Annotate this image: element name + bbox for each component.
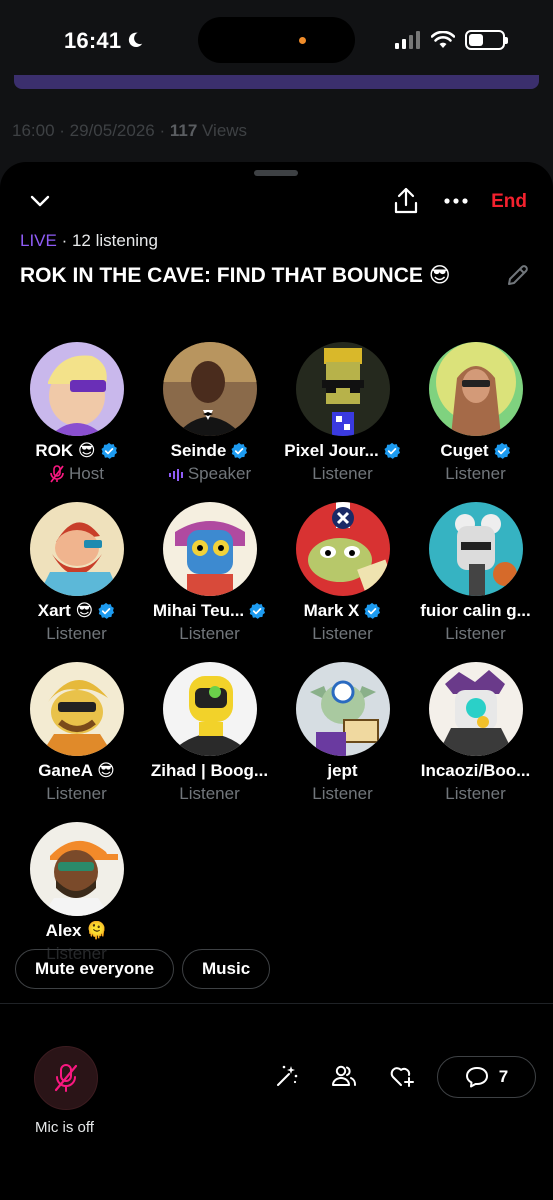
verified-icon xyxy=(364,602,381,619)
divider xyxy=(0,1003,553,1004)
listening-count: · 12 listening xyxy=(56,231,158,250)
heart-plus-icon[interactable] xyxy=(389,1064,415,1088)
people-icon[interactable] xyxy=(331,1064,357,1088)
participant-name: Alex 🫠 xyxy=(45,921,108,940)
avatar[interactable] xyxy=(295,342,390,436)
comments-count: 7 xyxy=(498,1067,509,1086)
participant-card[interactable]: Zihad | Boog... Listener xyxy=(143,662,276,817)
verified-icon xyxy=(494,442,510,459)
participant-card[interactable]: Pixel Jour... Listener xyxy=(276,342,409,497)
participant-name: ROK 😎 xyxy=(35,441,117,461)
participant-name: Incaozi/Boo... xyxy=(420,761,531,780)
sheet-grabber[interactable] xyxy=(254,170,298,176)
participant-name: Pixel Jour... xyxy=(284,441,401,461)
avatar[interactable] xyxy=(162,662,257,756)
participant-card[interactable]: Incaozi/Boo... Listener xyxy=(409,662,542,817)
participant-role: Host xyxy=(49,464,104,484)
comments-button[interactable]: 7 xyxy=(437,1056,536,1098)
live-status: LIVE · 12 listening xyxy=(20,231,158,251)
participant-name: Seinde xyxy=(171,441,249,461)
participant-name: Cuget xyxy=(440,441,510,461)
avatar[interactable] xyxy=(428,662,523,756)
verified-icon xyxy=(101,442,117,459)
avatar[interactable] xyxy=(428,342,523,436)
dynamic-island xyxy=(198,17,355,63)
battery-icon xyxy=(465,30,508,50)
verified-icon xyxy=(249,602,266,619)
mic-off-icon xyxy=(50,465,64,483)
status-bar: 16:41 xyxy=(0,0,553,72)
avatar[interactable] xyxy=(162,342,257,436)
participant-name: Mihai Teu... xyxy=(153,601,266,621)
participant-name: Xart 😎 xyxy=(38,601,116,621)
participant-card[interactable]: jept Listener xyxy=(276,662,409,817)
participant-name: fuior calin g... xyxy=(420,601,531,620)
sparkle-wand-icon[interactable] xyxy=(275,1064,299,1088)
space-title: ROK IN THE CAVE: FIND THAT BOUNCE 😎 xyxy=(20,264,451,287)
wifi-icon xyxy=(431,31,455,48)
mic-off-icon xyxy=(54,1064,78,1092)
participant-role: Listener xyxy=(445,784,506,803)
avatar[interactable] xyxy=(428,502,523,596)
end-space-button[interactable]: End xyxy=(491,191,527,213)
avatar[interactable] xyxy=(295,662,390,756)
participant-role: Listener xyxy=(445,624,506,643)
participant-card[interactable]: GaneA 😎 Listener xyxy=(10,662,143,817)
participant-card[interactable]: Xart 😎 Listener xyxy=(10,502,143,657)
participant-role: Listener xyxy=(445,464,506,483)
participant-card[interactable]: Mark X Listener xyxy=(276,502,409,657)
participant-name: GaneA 😎 xyxy=(38,761,115,780)
do-not-disturb-icon xyxy=(128,32,143,48)
participant-card[interactable]: Mihai Teu... Listener xyxy=(143,502,276,657)
participant-card[interactable]: ROK 😎 Host xyxy=(10,342,143,497)
share-icon[interactable] xyxy=(393,187,419,215)
participant-role: Listener xyxy=(312,784,373,803)
verified-icon xyxy=(231,442,248,459)
comment-icon xyxy=(465,1067,488,1088)
avatar[interactable] xyxy=(29,822,124,916)
live-badge: LIVE xyxy=(20,231,57,250)
mute-everyone-button[interactable]: Mute everyone xyxy=(15,949,175,989)
mic-toggle-button[interactable] xyxy=(34,1046,98,1110)
avatar[interactable] xyxy=(162,502,257,596)
participant-card[interactable]: Seinde Speaker xyxy=(143,342,276,497)
participant-name: Mark X xyxy=(304,601,382,621)
avatar[interactable] xyxy=(29,342,124,436)
participant-card[interactable]: fuior calin g... Listener xyxy=(409,502,542,657)
participant-role: Listener xyxy=(179,784,240,803)
speaker-bars-icon xyxy=(168,469,183,481)
music-button[interactable]: Music xyxy=(182,949,271,989)
clock: 16:41 xyxy=(64,28,122,53)
participant-name: jept xyxy=(327,761,358,780)
participant-role: Listener xyxy=(46,624,107,643)
more-icon[interactable] xyxy=(444,198,468,204)
participant-role: Listener xyxy=(312,464,373,483)
edit-icon[interactable] xyxy=(505,262,531,288)
verified-icon xyxy=(98,602,115,619)
participant-role: Listener xyxy=(46,784,107,803)
participants-grid: ROK 😎 Host Seinde Speaker Pixel Jour... Liste… xyxy=(10,342,543,977)
space-sheet: End LIVE · 12 listening ROK IN THE CAVE:… xyxy=(0,162,553,1200)
background-space-card xyxy=(14,75,539,89)
avatar[interactable] xyxy=(29,502,124,596)
chevron-down-icon[interactable] xyxy=(29,193,51,209)
participant-card[interactable]: Cuget Listener xyxy=(409,342,542,497)
participant-role: Listener xyxy=(179,624,240,643)
avatar[interactable] xyxy=(295,502,390,596)
participant-role: Listener xyxy=(312,624,373,643)
mic-status-label: Mic is off xyxy=(35,1119,94,1136)
background-tweet-meta: 16:00 · 29/05/2026 · 117 Views xyxy=(12,121,248,140)
participant-name: Zihad | Boog... xyxy=(150,761,269,780)
participant-role: Speaker xyxy=(168,464,251,484)
avatar[interactable] xyxy=(29,662,124,756)
verified-icon xyxy=(384,442,400,459)
cellular-signal-icon xyxy=(395,31,420,49)
